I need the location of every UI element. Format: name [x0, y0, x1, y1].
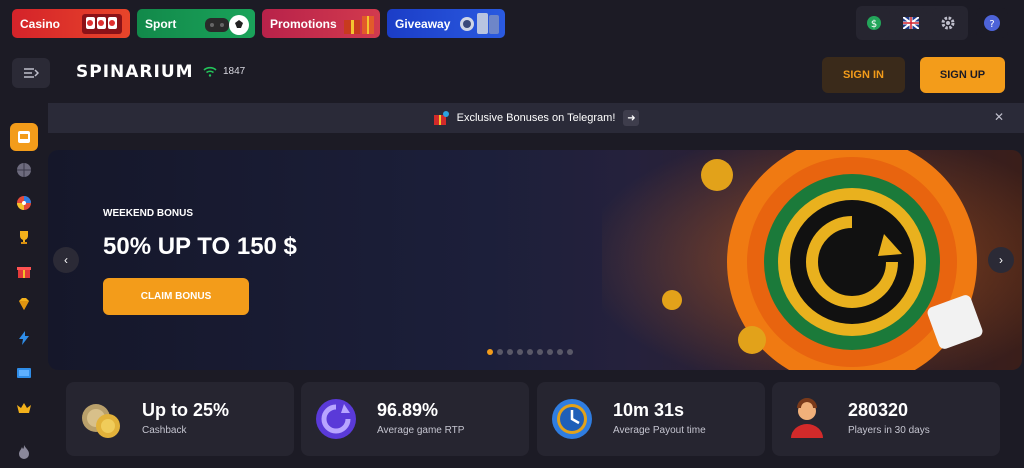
stat-card-payout: 10m 31s Average Payout time	[537, 382, 765, 456]
stat-label: Average game RTP	[377, 425, 465, 436]
logo[interactable]: SPINARIUM	[76, 62, 194, 82]
clock-icon	[552, 399, 592, 439]
sidebar-item-hot[interactable]	[10, 438, 38, 466]
sidebar-item-tournaments[interactable]	[10, 223, 38, 251]
sidebar-item-promotions[interactable]	[10, 257, 38, 285]
category-promotions[interactable]: Promotions	[262, 9, 380, 38]
claim-bonus-button[interactable]: CLAIM BONUS	[103, 278, 249, 315]
slide-dot[interactable]	[487, 349, 493, 355]
sidebar-item-fast[interactable]	[10, 324, 38, 352]
sidebar-toggle-button[interactable]	[12, 58, 50, 88]
tv-icon	[17, 368, 31, 378]
stat-value: Up to 25%	[142, 400, 230, 420]
sidebar-item-live[interactable]	[10, 359, 38, 387]
crown-icon	[17, 403, 31, 413]
online-count: 1847	[223, 66, 246, 77]
sign-in-button[interactable]: SIGN IN	[822, 57, 905, 93]
sidebar-item-casino[interactable]	[10, 123, 38, 151]
sidebar	[0, 103, 48, 468]
stat-card-players: 280320 Players in 30 days	[772, 382, 1000, 456]
sidebar-item-sport[interactable]	[10, 156, 38, 184]
slide-indicator	[487, 349, 573, 355]
svg-text:$: $	[871, 19, 877, 30]
gear-icon	[941, 16, 955, 30]
stat-value: 96.89%	[377, 400, 439, 420]
svg-text:?: ?	[989, 19, 994, 30]
online-counter: 1847	[203, 66, 245, 77]
category-label: Giveaway	[395, 16, 451, 31]
uk-flag-icon	[903, 17, 919, 29]
category-casino[interactable]: Casino	[12, 9, 130, 38]
category-giveaway[interactable]: Giveaway	[387, 9, 505, 38]
sidebar-item-vip[interactable]	[10, 290, 38, 318]
sidebar-item-crown[interactable]	[10, 394, 38, 422]
slot-machine-icon	[18, 131, 30, 143]
slide-dot[interactable]	[557, 349, 563, 355]
slide-dot[interactable]	[537, 349, 543, 355]
category-sport[interactable]: Sport	[137, 9, 255, 38]
header: SPINARIUM 1847 SIGN IN SIGN UP	[0, 48, 1024, 103]
slide-dot[interactable]	[567, 349, 573, 355]
support-button[interactable]: ?	[976, 8, 1008, 38]
stat-label: Players in 30 days	[848, 425, 930, 436]
slide-dot[interactable]	[497, 349, 503, 355]
stat-value: 280320	[848, 400, 909, 420]
stat-label: Average Payout time	[613, 425, 706, 436]
dollar-icon: $	[867, 16, 881, 30]
currency-button[interactable]: $	[858, 8, 890, 38]
arrow-right-icon[interactable]: ➜	[623, 110, 640, 126]
prev-slide-button[interactable]: ‹	[53, 247, 79, 273]
gift-telegram-icon	[433, 111, 449, 125]
menu-collapse-icon	[24, 68, 39, 78]
wheel-icon	[17, 196, 31, 210]
slide-dot[interactable]	[517, 349, 523, 355]
chevron-left-icon: ‹	[64, 253, 68, 267]
diamond-icon	[19, 298, 29, 310]
help-chat-icon: ?	[984, 15, 1000, 31]
stat-card-rtp: 96.89% Average game RTP	[301, 382, 529, 456]
phone-watch-icon	[457, 12, 501, 35]
soccer-ball-icon	[203, 12, 251, 35]
telegram-text: Exclusive Bonuses on Telegram!	[456, 112, 616, 124]
telegram-bar[interactable]: Exclusive Bonuses on Telegram! ➜ ✕	[48, 103, 1024, 133]
settings-button[interactable]	[932, 8, 964, 38]
next-slide-button[interactable]: ›	[988, 247, 1014, 273]
stat-card-cashback: Up to 25% Cashback	[66, 382, 294, 456]
fire-icon	[19, 445, 29, 459]
sign-up-button[interactable]: SIGN UP	[920, 57, 1005, 93]
coins-icon	[82, 404, 120, 438]
language-button[interactable]	[895, 8, 927, 38]
gift-icon	[17, 267, 31, 278]
banner-eyebrow: WEEKEND BONUS	[103, 208, 194, 219]
category-bar: Casino Sport Promotions Giveaway $ ?	[0, 0, 1024, 48]
category-label: Casino	[20, 16, 61, 31]
banner-illustration	[602, 150, 1022, 370]
banner-headline: 50% UP TO 150 $	[103, 233, 297, 260]
stat-label: Cashback	[142, 425, 187, 436]
basketball-icon	[17, 163, 31, 177]
wifi-icon	[203, 66, 217, 77]
slide-dot[interactable]	[507, 349, 513, 355]
lightning-icon	[19, 331, 29, 345]
slide-dot[interactable]	[547, 349, 553, 355]
sidebar-item-wheel[interactable]	[10, 189, 38, 217]
refresh-icon	[316, 399, 356, 439]
trophy-icon	[20, 231, 28, 244]
user-icon	[791, 398, 823, 438]
category-label: Promotions	[270, 16, 337, 31]
gift-box-icon	[340, 12, 376, 35]
stat-value: 10m 31s	[613, 400, 685, 420]
slot-machine-icon	[80, 12, 126, 35]
category-label: Sport	[145, 16, 177, 31]
slide-dot[interactable]	[527, 349, 533, 355]
promo-banner: WEEKEND BONUS 50% UP TO 150 $ CLAIM BONU…	[48, 150, 1022, 370]
close-icon[interactable]: ✕	[994, 110, 1004, 124]
chevron-right-icon: ›	[999, 253, 1003, 267]
